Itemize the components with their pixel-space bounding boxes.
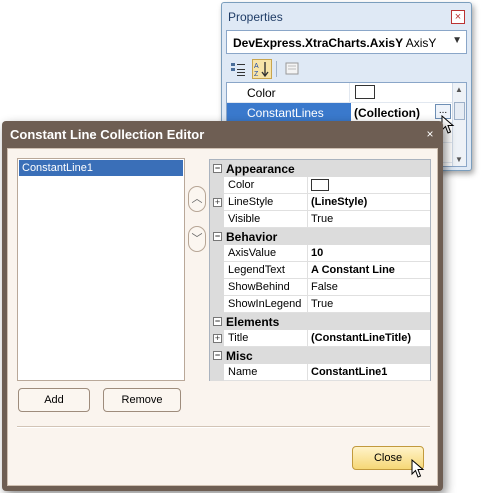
chevron-down-icon: ﹀ <box>191 233 203 245</box>
row-gutter <box>210 211 224 228</box>
category-label: Behavior <box>226 230 278 244</box>
toolbar-separator <box>276 61 277 77</box>
property-name: AxisValue <box>228 247 277 259</box>
property-row-showinlegend[interactable]: ShowInLegend True <box>210 296 430 313</box>
property-value[interactable]: ConstantLine1 <box>311 366 387 378</box>
chevron-up-icon: ︿ <box>191 193 203 205</box>
property-name: ConstantLines <box>247 106 324 120</box>
svg-text:A: A <box>254 63 259 70</box>
row-gutter <box>210 296 224 313</box>
category-row[interactable]: − Appearance <box>210 160 430 177</box>
divider <box>17 426 430 428</box>
property-name: ShowBehind <box>228 281 290 293</box>
property-name: ShowInLegend <box>228 298 302 310</box>
row-gutter <box>210 279 224 296</box>
column-divider <box>307 211 308 228</box>
color-swatch[interactable] <box>311 179 329 191</box>
property-row-linestyle[interactable]: + LineStyle (LineStyle) <box>210 194 430 211</box>
collapse-icon[interactable]: − <box>213 164 222 173</box>
close-icon[interactable]: × <box>423 128 437 141</box>
collapse-icon[interactable]: − <box>213 317 222 326</box>
property-row-color[interactable]: Color <box>210 177 430 194</box>
properties-title: Properties <box>228 10 283 24</box>
property-name: LegendText <box>228 264 285 276</box>
category-label: Misc <box>226 349 253 363</box>
property-name: Color <box>247 86 276 100</box>
property-row-legendtext[interactable]: LegendText A Constant Line <box>210 262 430 279</box>
dialog-body: ConstantLine1 ︿ ﹀ − Appearance Color + LineS… <box>7 148 438 486</box>
expand-icon[interactable]: + <box>213 198 222 207</box>
members-list[interactable]: ConstantLine1 <box>17 158 185 381</box>
property-name: Color <box>228 179 255 191</box>
property-row-color[interactable]: Color <box>227 83 453 103</box>
row-gutter <box>210 262 224 279</box>
property-value[interactable]: True <box>311 213 333 225</box>
column-divider <box>307 177 308 194</box>
expand-icon[interactable]: + <box>213 334 222 343</box>
column-divider <box>307 279 308 296</box>
property-value[interactable]: (LineStyle) <box>311 196 367 208</box>
category-row[interactable]: − Elements <box>210 313 430 330</box>
add-button[interactable]: Add <box>18 388 90 412</box>
collection-editor-dialog: Constant Line Collection Editor × Consta… <box>2 121 443 491</box>
property-value[interactable]: A Constant Line <box>311 264 395 276</box>
sort-az-icon: A Z <box>254 62 269 78</box>
categorized-icon <box>231 63 245 76</box>
category-row[interactable]: − Behavior <box>210 228 430 245</box>
column-divider <box>307 245 308 262</box>
chevron-down-icon: ▼ <box>452 35 462 46</box>
mouse-cursor-icon <box>441 115 455 134</box>
property-value[interactable]: 10 <box>311 247 323 259</box>
column-divider <box>307 262 308 279</box>
property-name: Visible <box>228 213 261 225</box>
property-row-showbehind[interactable]: ShowBehind False <box>210 279 430 296</box>
column-divider <box>307 364 308 381</box>
property-pages-button[interactable] <box>282 59 302 79</box>
property-name: Title <box>228 332 249 344</box>
property-row-axisvalue[interactable]: AxisValue 10 <box>210 245 430 262</box>
dialog-title: Constant Line Collection Editor <box>10 127 205 142</box>
scroll-up-icon[interactable]: ▲ <box>455 85 463 94</box>
remove-button[interactable]: Remove <box>103 388 181 412</box>
object-type-name: DevExpress.XtraCharts.AxisY <box>233 36 404 50</box>
property-pages-icon <box>285 62 299 75</box>
svg-text:Z: Z <box>254 71 259 78</box>
scroll-down-icon[interactable]: ▼ <box>455 155 463 164</box>
scroll-thumb[interactable] <box>454 102 465 120</box>
property-value[interactable]: False <box>311 281 338 293</box>
property-value[interactable]: (ConstantLineTitle) <box>311 332 411 344</box>
property-row-title[interactable]: + Title (ConstantLineTitle) <box>210 330 430 347</box>
property-name: Name <box>228 366 258 378</box>
column-divider <box>307 296 308 313</box>
properties-toolbar: A Z <box>226 59 467 81</box>
categorized-button[interactable] <box>228 59 248 79</box>
column-divider <box>307 330 308 347</box>
row-gutter <box>210 177 224 194</box>
color-swatch <box>355 85 375 99</box>
move-up-button[interactable]: ︿ <box>188 186 206 212</box>
property-row-visible[interactable]: Visible True <box>210 211 430 228</box>
property-name: LineStyle <box>228 196 274 208</box>
property-row-constantlines[interactable]: ConstantLines (Collection) <box>227 103 453 123</box>
column-divider <box>307 194 308 211</box>
property-value[interactable]: True <box>311 298 333 310</box>
category-label: Appearance <box>226 162 295 176</box>
list-item[interactable]: ConstantLine1 <box>19 160 183 176</box>
property-row-name[interactable]: Name ConstantLine1 <box>210 364 430 381</box>
close-icon[interactable]: × <box>451 10 465 24</box>
property-grid: − Appearance Color + LineStyle (LineStyle) Vis… <box>209 159 431 381</box>
move-down-button[interactable]: ﹀ <box>188 226 206 252</box>
object-name: AxisY <box>405 36 437 50</box>
row-gutter <box>210 245 224 262</box>
collapse-icon[interactable]: − <box>213 351 222 360</box>
collapse-icon[interactable]: − <box>213 232 222 241</box>
category-label: Elements <box>226 315 280 329</box>
object-selector[interactable]: DevExpress.XtraCharts.AxisY AxisY ▼ <box>226 30 467 54</box>
alphabetical-button[interactable]: A Z <box>252 59 272 79</box>
mouse-cursor-icon <box>411 459 425 478</box>
row-gutter <box>210 364 224 381</box>
category-row[interactable]: − Misc <box>210 347 430 364</box>
